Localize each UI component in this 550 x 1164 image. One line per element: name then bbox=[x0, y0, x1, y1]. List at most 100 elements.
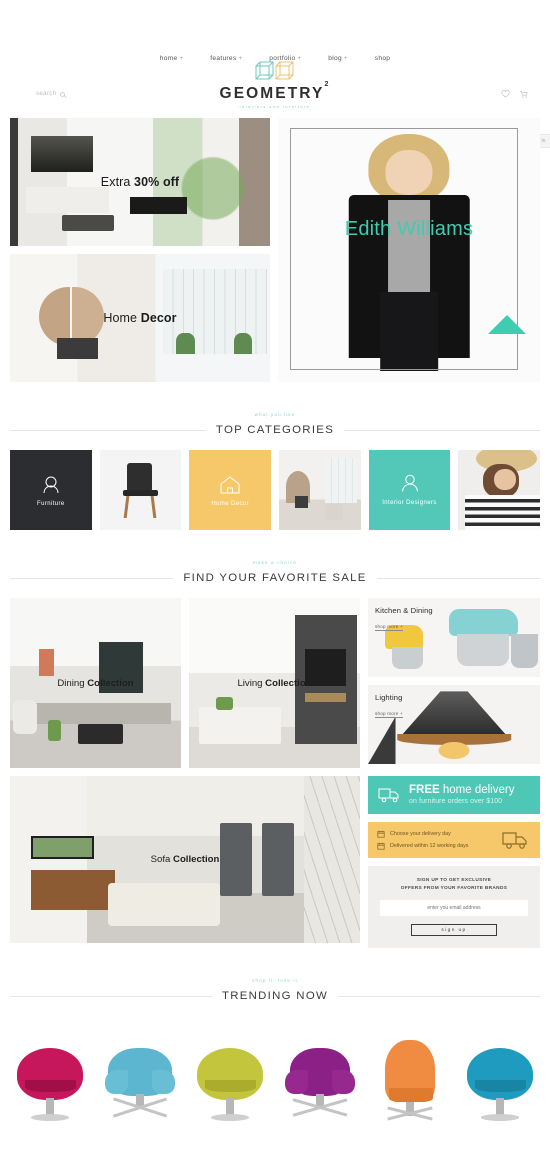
free-delivery-banner: FREE home delivery on furniture orders o… bbox=[368, 776, 540, 814]
heart-icon[interactable] bbox=[501, 90, 510, 98]
category-label: Home Decor bbox=[211, 500, 250, 507]
newsletter-title: SIGN UP TO GET EXCLUSIVE OFFERS FROM YOU… bbox=[380, 877, 528, 892]
category-model-photo[interactable] bbox=[458, 450, 541, 530]
brand-superscript: 2 bbox=[324, 80, 331, 88]
geometry-cube-icon bbox=[255, 61, 294, 80]
brand-logo[interactable]: GEOMETRY2 interiors and furniture bbox=[0, 60, 550, 109]
category-interior-designers[interactable]: Interior Designers bbox=[368, 450, 451, 530]
newsletter-signup-button[interactable]: sign up bbox=[411, 924, 497, 937]
delivery-subline: on furniture orders over $100 bbox=[409, 797, 503, 805]
divider-right bbox=[338, 995, 540, 997]
hero-sale-caption: Extra 30% off bbox=[100, 175, 180, 189]
category-chair-photo[interactable] bbox=[99, 450, 182, 530]
promo-text: Kitchen & Dining shop more + bbox=[375, 606, 433, 633]
section-title: TRENDING NOW bbox=[221, 990, 329, 1003]
hero-section: Extra 30% off Home Decor Edith Williams bbox=[0, 118, 550, 382]
delivery-headline: FREE home delivery bbox=[409, 784, 515, 797]
section-sublabel: make a choice bbox=[253, 560, 297, 565]
cart-icon[interactable] bbox=[519, 90, 528, 98]
delivery-option-window: Delivered within 12 working days bbox=[377, 842, 469, 850]
category-tiles: Furniture Home Decor Interior Designers bbox=[0, 450, 550, 530]
lamp-icon bbox=[43, 475, 59, 493]
calendar-icon bbox=[377, 830, 385, 838]
sale-tile-living[interactable]: Living Collection bbox=[189, 598, 360, 768]
divider-left bbox=[10, 577, 174, 579]
chair-photo bbox=[99, 450, 182, 530]
house-icon bbox=[220, 475, 240, 493]
newsletter-email-input[interactable] bbox=[380, 900, 528, 917]
brand-name: GEOMETRY2 bbox=[219, 80, 331, 102]
divider-left bbox=[10, 429, 206, 431]
heading-row: TOP CATEGORIES bbox=[0, 424, 550, 436]
divider-right bbox=[376, 577, 541, 579]
delivery-newsletter-column: FREE home delivery on furniture orders o… bbox=[368, 776, 540, 949]
promo-text: Lighting shop more + bbox=[375, 693, 403, 720]
section-title: TOP CATEGORIES bbox=[215, 424, 335, 436]
divider-left bbox=[10, 995, 212, 997]
category-room-photo[interactable] bbox=[279, 450, 361, 530]
delivery-option-day: Choose your delivery day bbox=[377, 830, 469, 838]
section-sublabel: shop it, love it bbox=[252, 978, 298, 984]
promo-lighting[interactable]: Lighting shop more + bbox=[368, 685, 540, 764]
sale-row-bottom: Sofa Collection FREE home delivery on fu… bbox=[10, 776, 540, 949]
sale-caption: Sofa Collection bbox=[150, 854, 220, 865]
delivery-options: Choose your delivery day Delivered withi… bbox=[368, 822, 540, 858]
calendar-icon bbox=[377, 842, 385, 850]
delivery-truck-icon bbox=[378, 788, 399, 803]
delivery-option-text: Choose your delivery day bbox=[390, 831, 451, 837]
product-ball-chair-magenta[interactable] bbox=[6, 1034, 94, 1134]
heading-row: FIND YOUR FAVORITE SALE bbox=[0, 572, 550, 584]
delivery-text: FREE home delivery on furniture orders o… bbox=[409, 783, 514, 806]
room-photo bbox=[279, 450, 361, 530]
sale-row-top: Dining Collection Living Collection Kitc… bbox=[10, 598, 540, 768]
promo-column: Kitchen & Dining shop more + Lighting sh… bbox=[368, 598, 540, 768]
category-furniture[interactable]: Furniture bbox=[10, 450, 92, 530]
product-swan-chair-purple[interactable] bbox=[276, 1034, 364, 1134]
promo-title: Kitchen & Dining bbox=[375, 606, 433, 615]
header-actions bbox=[501, 90, 528, 98]
site-header: search GEOMETRY2 interiors and furniture bbox=[0, 46, 550, 148]
sale-caption: Dining Collection bbox=[57, 677, 134, 689]
person-icon bbox=[401, 474, 418, 492]
newsletter-line-2: OFFERS FROM YOUR FAVORITE BRANDS bbox=[400, 885, 508, 891]
delivery-options-list: Choose your delivery day Delivered withi… bbox=[377, 830, 469, 850]
newsletter-line-1: SIGN UP TO GET EXCLUSIVE bbox=[416, 878, 492, 883]
product-ball-chair-olive[interactable] bbox=[186, 1034, 274, 1134]
category-label: Furniture bbox=[37, 500, 65, 507]
hero-banner-sale[interactable]: Extra 30% off bbox=[10, 118, 270, 246]
delivery-truck-icon bbox=[502, 832, 527, 849]
designer-name: Edith Williams bbox=[344, 218, 474, 240]
product-egg-chair-orange[interactable] bbox=[366, 1034, 454, 1134]
favorite-sale-heading: make a choice FIND YOUR FAVORITE SALE bbox=[0, 560, 550, 584]
promo-title: Lighting bbox=[375, 693, 403, 702]
triangle-accent-icon bbox=[488, 315, 526, 334]
sale-caption: Living Collection bbox=[237, 677, 312, 689]
sale-left-columns: Dining Collection Living Collection bbox=[10, 598, 360, 768]
trending-products bbox=[0, 1016, 550, 1164]
top-categories-heading: what you like TOP CATEGORIES bbox=[0, 412, 550, 436]
trending-now-heading: shop it, love it TRENDING NOW bbox=[0, 978, 550, 1002]
newsletter-signup: SIGN UP TO GET EXCLUSIVE OFFERS FROM YOU… bbox=[368, 866, 540, 949]
hero-feature-designer[interactable]: Edith Williams bbox=[278, 118, 540, 382]
hero-left-column: Extra 30% off Home Decor bbox=[10, 118, 270, 382]
promo-shop-more-link[interactable]: shop more + bbox=[375, 624, 403, 631]
category-label: Interior Designers bbox=[382, 500, 437, 506]
product-ball-chair-teal[interactable] bbox=[456, 1034, 544, 1134]
promo-kitchen-dining[interactable]: Kitchen & Dining shop more + bbox=[368, 598, 540, 677]
hero-decor-caption: Home Decor bbox=[103, 311, 177, 325]
section-title: FIND YOUR FAVORITE SALE bbox=[183, 572, 367, 584]
brand-tagline: interiors and furniture bbox=[239, 104, 311, 109]
section-sublabel: what you like bbox=[254, 412, 296, 417]
divider-right bbox=[344, 429, 540, 431]
model-hat-photo bbox=[458, 450, 541, 530]
model-photo bbox=[278, 118, 540, 382]
heading-row: TRENDING NOW bbox=[0, 990, 550, 1002]
hero-banner-decor[interactable]: Home Decor bbox=[10, 254, 270, 382]
sale-tile-sofa[interactable]: Sofa Collection bbox=[10, 776, 360, 943]
product-swan-chair-blue[interactable] bbox=[96, 1034, 184, 1134]
delivery-option-text: Delivered within 12 working days bbox=[390, 843, 469, 849]
sale-tile-dining[interactable]: Dining Collection bbox=[10, 598, 181, 768]
sale-grid: Dining Collection Living Collection Kitc… bbox=[0, 598, 550, 949]
promo-shop-more-link[interactable]: shop more + bbox=[375, 711, 403, 718]
category-home-decor[interactable]: Home Decor bbox=[189, 450, 272, 530]
